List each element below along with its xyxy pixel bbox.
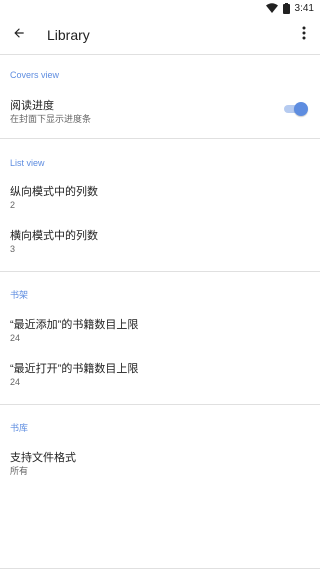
status-bar: 3:41 bbox=[0, 0, 320, 16]
pref-title: “最近添加”的书籍数目上限 bbox=[10, 319, 139, 331]
status-time: 3:41 bbox=[294, 2, 314, 14]
pref-summary: 所有 bbox=[10, 466, 29, 476]
pref-landscape-columns[interactable]: 横向模式中的列数 3 bbox=[0, 225, 320, 271]
page-title: Library bbox=[47, 27, 90, 43]
pref-title: 横向模式中的列数 bbox=[10, 230, 98, 242]
pref-supported-formats[interactable]: 支持文件格式 所有 bbox=[0, 445, 320, 491]
pref-summary: 24 bbox=[10, 333, 21, 343]
pref-recently-opened-limit[interactable]: “最近打开”的书籍数目上限 24 bbox=[0, 358, 320, 404]
reading-progress-toggle[interactable] bbox=[282, 101, 308, 117]
settings-list: Covers view 阅读进度 在封面下显示进度条 List view 纵向模… bbox=[0, 54, 320, 491]
toggle-thumb bbox=[294, 102, 308, 116]
arrow-back-icon bbox=[12, 26, 26, 45]
pref-title: 阅读进度 bbox=[10, 100, 54, 112]
pref-title: 支持文件格式 bbox=[10, 452, 76, 464]
pref-summary: 2 bbox=[10, 200, 16, 210]
wifi-icon bbox=[265, 3, 278, 13]
section-header-list-view: List view bbox=[10, 158, 45, 168]
battery-icon bbox=[282, 2, 290, 14]
pref-recently-added-limit[interactable]: “最近添加”的书籍数目上限 24 bbox=[0, 312, 320, 358]
more-vert-icon bbox=[302, 26, 306, 45]
section-header-shelf: 书架 bbox=[10, 290, 29, 300]
more-options-button[interactable] bbox=[292, 16, 316, 54]
pref-portrait-columns[interactable]: 纵向模式中的列数 2 bbox=[0, 179, 320, 225]
section-library: 书库 支持文件格式 所有 bbox=[0, 405, 320, 491]
section-list-view: List view 纵向模式中的列数 2 横向模式中的列数 3 bbox=[0, 139, 320, 271]
section-header-covers-view: Covers view bbox=[10, 70, 60, 80]
back-button[interactable] bbox=[0, 16, 38, 54]
pref-summary: 3 bbox=[10, 244, 16, 254]
pref-summary: 在封面下显示进度条 bbox=[10, 114, 92, 124]
section-shelf: 书架 “最近添加”的书籍数目上限 24 “最近打开”的书籍数目上限 24 bbox=[0, 272, 320, 404]
app-bar: Library bbox=[0, 16, 320, 54]
pref-summary: 24 bbox=[10, 377, 21, 387]
section-covers-view: Covers view 阅读进度 在封面下显示进度条 bbox=[0, 55, 320, 138]
pref-title: 纵向模式中的列数 bbox=[10, 186, 98, 198]
pref-title: “最近打开”的书籍数目上限 bbox=[10, 363, 139, 375]
pref-reading-progress[interactable]: 阅读进度 在封面下显示进度条 bbox=[0, 93, 320, 138]
section-header-library: 书库 bbox=[10, 423, 29, 433]
